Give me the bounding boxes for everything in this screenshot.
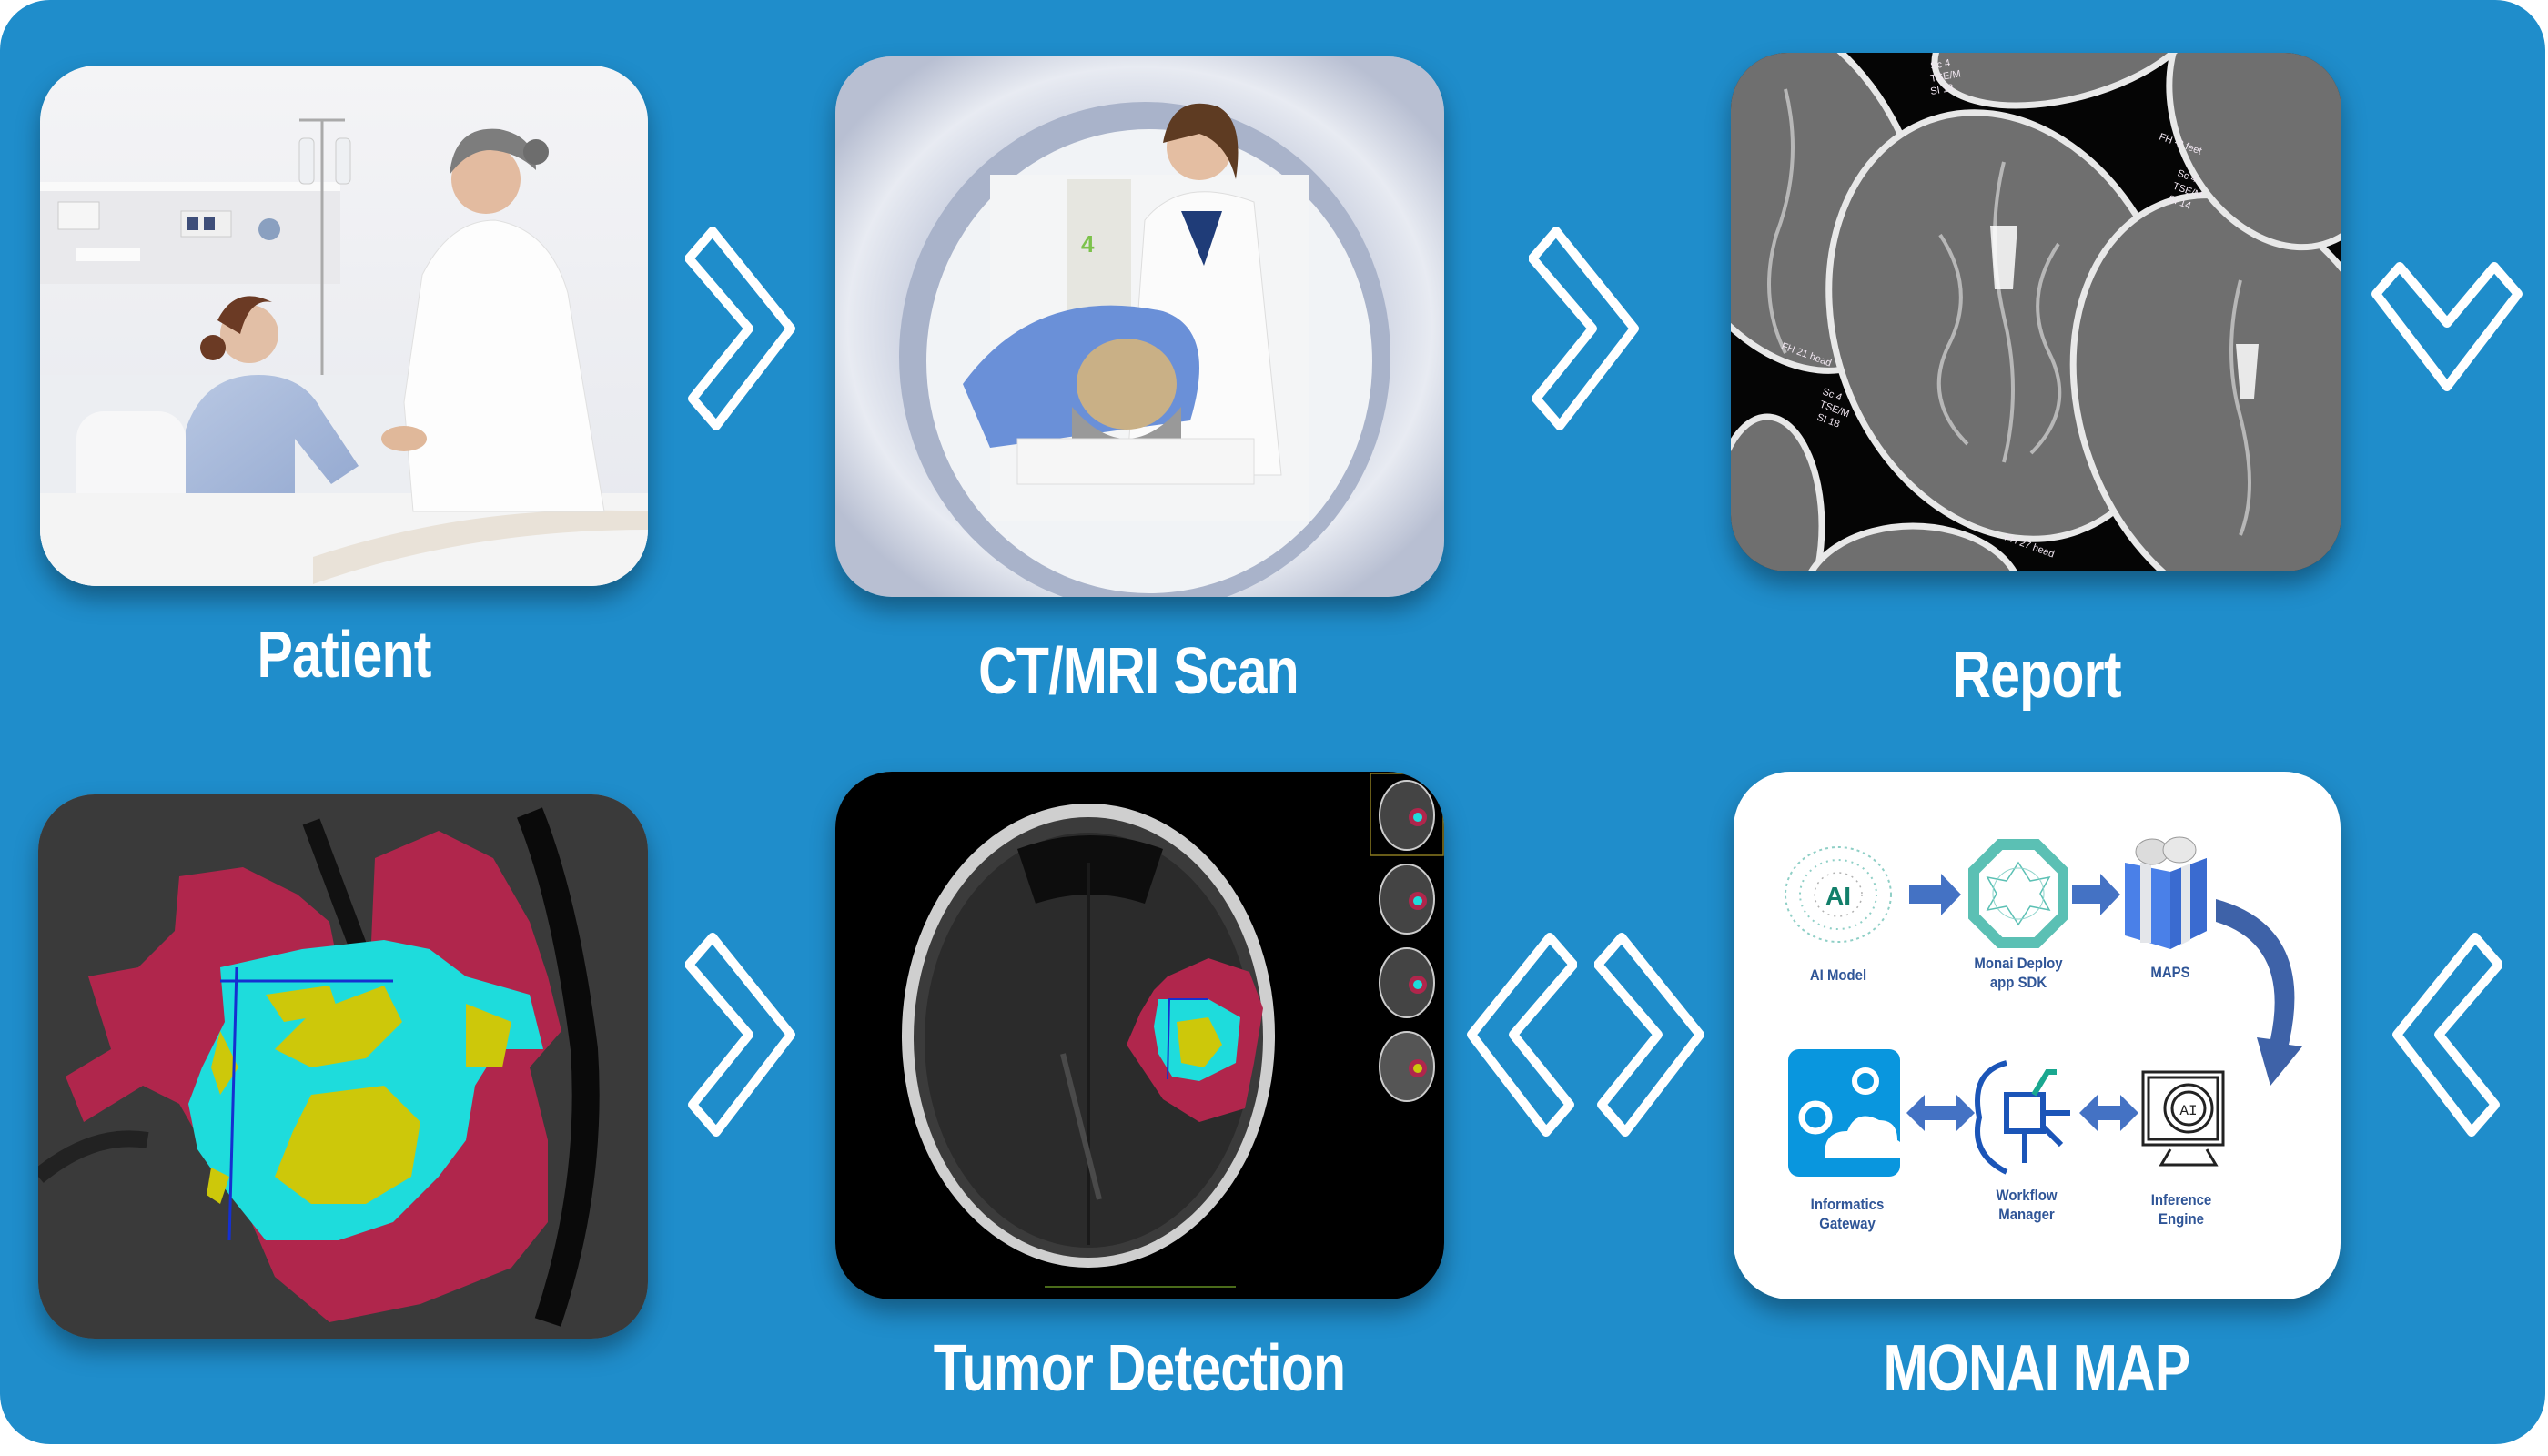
octagon-network-icon bbox=[1968, 839, 2068, 948]
arrow-right-icon bbox=[1909, 874, 1961, 915]
ai-brain-circuit-icon: AI bbox=[1785, 846, 1892, 943]
thumbnail[interactable] bbox=[1379, 1031, 1435, 1102]
scan-card: 4 bbox=[835, 56, 1444, 597]
step-label-patient: Patient bbox=[257, 619, 431, 692]
node-label-workflow: Workflow Manager bbox=[1996, 1187, 2058, 1224]
node-label-ai-model: AI Model bbox=[1809, 966, 1867, 984]
step-label-monai-map: MONAI MAP bbox=[1883, 1332, 2190, 1405]
segmentation-image bbox=[38, 794, 648, 1339]
step-label-tumor-detection: Tumor Detection bbox=[933, 1332, 1346, 1405]
chevron-down-icon bbox=[2369, 258, 2525, 396]
node-label-maps: MAPS bbox=[2150, 964, 2190, 981]
node-label-inference: Inference Engine bbox=[2150, 1191, 2212, 1228]
arrow-right-icon bbox=[2072, 874, 2120, 915]
monitor-ai-gear-icon: AI bbox=[2141, 1070, 2225, 1167]
patient-image bbox=[40, 66, 648, 586]
arrow-bidirectional-icon bbox=[2079, 1095, 2138, 1131]
step-label-report: Report bbox=[1952, 639, 2121, 712]
step-label-scan: CT/MRI Scan bbox=[978, 635, 1299, 708]
gift-box-icon bbox=[2125, 836, 2207, 949]
cloud-gears-icon bbox=[1788, 1049, 1904, 1177]
report-image: Sc 4 TSE/M SI 13 FH -2 feet Sc 4 TSE/M S… bbox=[1731, 53, 2341, 571]
chevron-right-icon bbox=[685, 226, 796, 431]
svg-text:AI: AI bbox=[2179, 1103, 2197, 1119]
chevron-right-icon bbox=[685, 932, 796, 1138]
thumbnail[interactable] bbox=[1379, 780, 1435, 851]
tumor-detection-card bbox=[835, 772, 1444, 1299]
brain-chip-icon bbox=[1975, 1060, 2070, 1175]
node-label-sdk: Monai Deploy app SDK bbox=[1974, 955, 2063, 992]
thumbnail[interactable] bbox=[1379, 864, 1435, 935]
report-card: Sc 4 TSE/M SI 13 FH -2 feet Sc 4 TSE/M S… bbox=[1731, 53, 2341, 571]
segmentation-card bbox=[38, 794, 648, 1339]
tumor-detection-image bbox=[835, 772, 1444, 1299]
chevron-left-icon bbox=[1466, 932, 1577, 1138]
node-label-gateway: Informatics Gateway bbox=[1810, 1196, 1885, 1233]
ai-badge: AI bbox=[1825, 882, 1851, 910]
thumbnail[interactable] bbox=[1379, 947, 1435, 1018]
scan-image: 4 bbox=[835, 56, 1444, 597]
chevron-right-icon bbox=[1529, 226, 1640, 431]
chevron-left-icon bbox=[2391, 932, 2502, 1138]
arrow-bidirectional-icon bbox=[1906, 1095, 1975, 1131]
chevron-right-icon bbox=[1594, 932, 1705, 1138]
patient-card bbox=[40, 66, 648, 586]
monai-map-card: AI AI AI Model Monai Deploy app SDK MAPS… bbox=[1734, 772, 2341, 1299]
svg-text:4: 4 bbox=[1081, 230, 1095, 258]
curved-arrow-icon bbox=[2216, 899, 2302, 1086]
